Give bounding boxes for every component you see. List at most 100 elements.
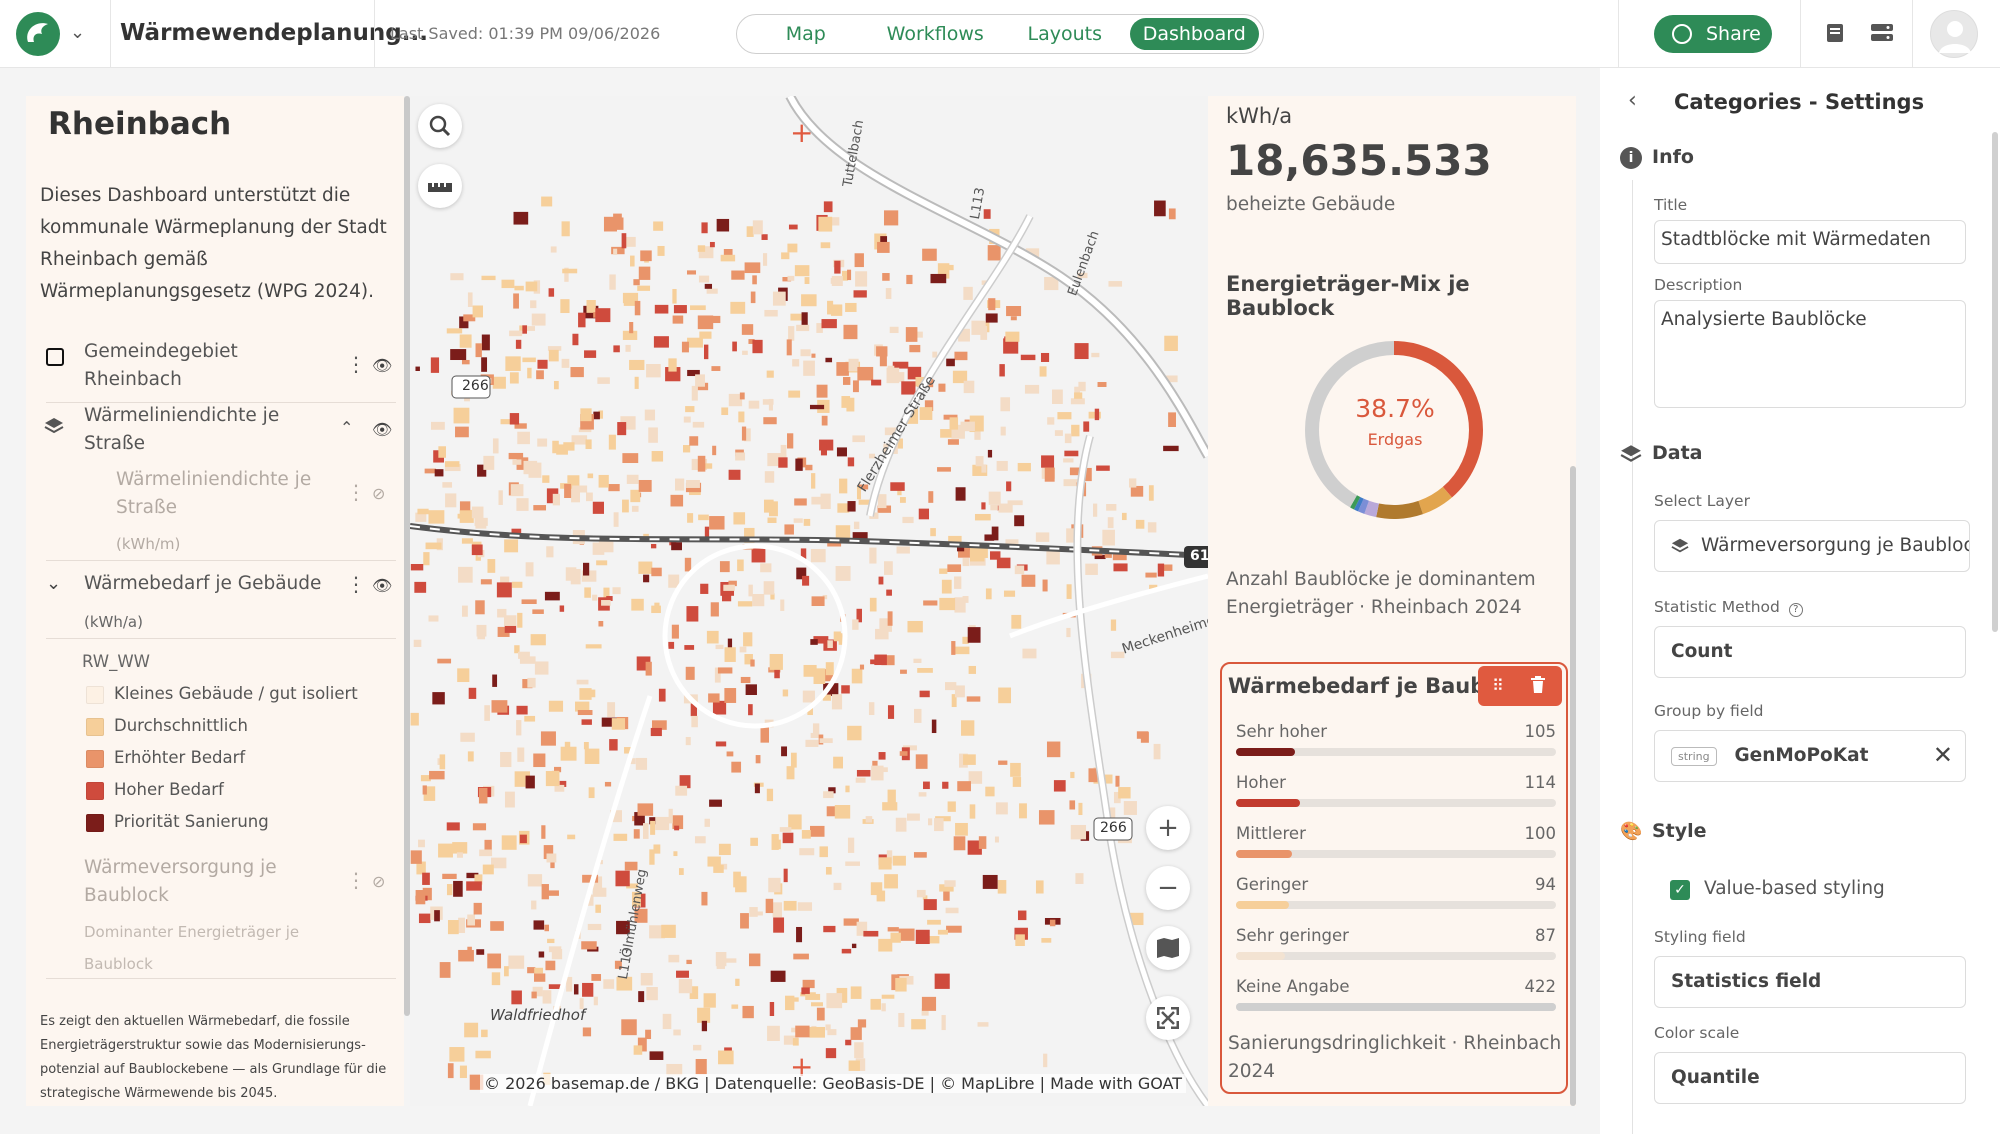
drag-handle-icon[interactable]: ⠿: [1492, 676, 1504, 695]
building-footprint: [504, 966, 509, 977]
tab-workflows[interactable]: Workflows: [871, 18, 1001, 50]
color-scale-dropdown[interactable]: Quantile: [1654, 1052, 1966, 1104]
building-footprint: [751, 546, 766, 563]
building-footprint: [596, 560, 608, 566]
building-footprint: [548, 700, 564, 712]
bar-row[interactable]: Mittlerer 100: [1236, 824, 1556, 874]
building-footprint: [608, 484, 620, 492]
building-footprint: [517, 612, 523, 628]
server-icon[interactable]: [1870, 22, 1893, 44]
building-footprint: [977, 1022, 989, 1027]
layer-group-waermeliniendichte[interactable]: Wärmeliniendichte je Straße ⌃ 👁: [40, 402, 398, 462]
avatar[interactable]: [1930, 10, 1978, 58]
building-footprint: [967, 627, 981, 643]
eye-icon[interactable]: 👁: [372, 416, 392, 444]
building-footprint: [923, 899, 937, 911]
share-button[interactable]: Share: [1654, 15, 1772, 53]
eye-icon[interactable]: 👁: [372, 352, 392, 380]
chevron-down-icon[interactable]: ⌄: [70, 22, 85, 43]
bar-widget-selected[interactable]: Wärmebedarf je Baublock ⠿ Sehr hoher 105 H…: [1220, 662, 1568, 1094]
building-footprint: [1014, 515, 1025, 527]
value-based-styling-checkbox[interactable]: ✓: [1670, 880, 1690, 900]
legend-label: Durchschnittlich: [114, 716, 248, 735]
building-footprint: [768, 877, 781, 893]
building-footprint: [481, 357, 488, 372]
building-footprint: [748, 953, 761, 967]
building-footprint: [816, 384, 828, 398]
bar-row[interactable]: Hoher 114: [1236, 773, 1556, 823]
book-icon[interactable]: [1824, 22, 1846, 44]
more-options-icon[interactable]: ⋮: [346, 354, 366, 374]
layer-item-waermeliniendichte-sub[interactable]: Wärmeliniendichte je Straße (kWh/m) ⋮ ⊘: [40, 466, 398, 556]
select-layer-dropdown[interactable]: Wärmeversorgung je Baublock: [1654, 520, 1970, 572]
eye-icon[interactable]: 👁: [372, 572, 392, 600]
layer-item-waermebedarf[interactable]: ⌄ Wärmebedarf je Gebäude (kWh/a) ⋮ 👁: [40, 570, 398, 631]
building-footprint: [796, 926, 803, 943]
building-footprint: [963, 754, 976, 765]
share-label: Share: [1706, 23, 1761, 45]
eye-off-icon[interactable]: ⊘: [372, 868, 385, 896]
building-footprint: [987, 245, 1001, 261]
building-footprint: [816, 1007, 825, 1021]
section-data[interactable]: Data: [1620, 442, 1703, 465]
building-footprint: [654, 304, 669, 314]
tab-dashboard[interactable]: Dashboard: [1129, 18, 1259, 50]
tab-map[interactable]: Map: [741, 18, 871, 50]
more-options-icon[interactable]: ⋮: [346, 482, 366, 502]
trash-icon[interactable]: [1530, 676, 1546, 698]
bar-row[interactable]: Keine Angabe 422: [1236, 977, 1556, 1027]
layer-name: Wärmebedarf je Gebäude: [84, 573, 322, 594]
building-footprint: [974, 513, 991, 521]
styling-field-dropdown[interactable]: Statistics field: [1654, 956, 1966, 1008]
clear-icon[interactable]: ✕: [1933, 741, 1953, 769]
statistic-method-dropdown[interactable]: Count: [1654, 626, 1966, 678]
building-footprint: [767, 1025, 780, 1041]
map-view[interactable]: 266 266 61 Waldfriedhof Meckenheimer Fle…: [410, 96, 1208, 1106]
section-info[interactable]: i Info: [1620, 146, 1694, 169]
help-icon[interactable]: ?: [1788, 603, 1803, 617]
more-options-icon[interactable]: ⋮: [346, 870, 366, 890]
zoom-out-button[interactable]: −: [1146, 866, 1190, 910]
add-widget-top-icon[interactable]: +: [790, 116, 813, 149]
building-footprint: [934, 973, 950, 989]
section-style[interactable]: 🎨 Style: [1620, 820, 1707, 843]
app-logo-icon[interactable]: [16, 12, 60, 56]
more-options-icon[interactable]: ⋮: [346, 574, 366, 594]
bar-row[interactable]: Geringer 94: [1236, 875, 1556, 925]
eye-off-icon[interactable]: ⊘: [372, 480, 385, 508]
building-footprint: [651, 605, 661, 614]
bar-row[interactable]: Sehr geringer 87: [1236, 926, 1556, 976]
zoom-in-button[interactable]: +: [1146, 806, 1190, 850]
chevron-down-icon[interactable]: ⌄: [46, 570, 61, 598]
building-footprint: [1093, 503, 1098, 517]
search-icon: [429, 115, 451, 137]
building-footprint: [741, 324, 754, 335]
chevron-up-icon[interactable]: ⌃: [340, 418, 353, 438]
building-footprint: [836, 447, 847, 457]
basemap-button[interactable]: [1146, 926, 1190, 970]
building-footprint: [998, 503, 1013, 513]
building-footprint: [591, 974, 602, 981]
building-footprint: [671, 542, 682, 551]
group-by-field-select[interactable]: string GenMoPoKat ✕: [1654, 730, 1966, 782]
layer-item-gemeindegebiet[interactable]: Gemeindegebiet Rheinbach ⋮ 👁: [40, 338, 398, 398]
building-footprint: [651, 567, 662, 577]
back-chevron-icon[interactable]: ‹: [1628, 88, 1637, 113]
building-footprint: [552, 493, 560, 506]
project-title[interactable]: Wärmewendeplanung...: [120, 20, 428, 46]
fullscreen-button[interactable]: [1146, 996, 1190, 1040]
building-footprint: [604, 781, 612, 787]
building-footprint: [459, 1065, 467, 1079]
layer-item-waermeversorgung[interactable]: Wärmeversorgung je Baublock Dominanter E…: [40, 854, 398, 974]
description-textarea[interactable]: Analysierte Baublöcke: [1654, 300, 1966, 408]
settings-scrollbar[interactable]: [1992, 132, 1998, 632]
tab-layouts[interactable]: Layouts: [1000, 18, 1130, 50]
statistic-method-label: Statistic Method ?: [1654, 598, 1803, 617]
building-footprint: [704, 818, 710, 827]
map-search-button[interactable]: [418, 104, 462, 148]
title-input[interactable]: Stadtblöcke mit Wärmedaten: [1654, 220, 1966, 264]
building-footprint: [886, 589, 892, 596]
widgets-scrollbar[interactable]: [1570, 466, 1576, 1106]
map-measure-button[interactable]: [418, 164, 462, 208]
bar-row[interactable]: Sehr hoher 105: [1236, 722, 1556, 772]
